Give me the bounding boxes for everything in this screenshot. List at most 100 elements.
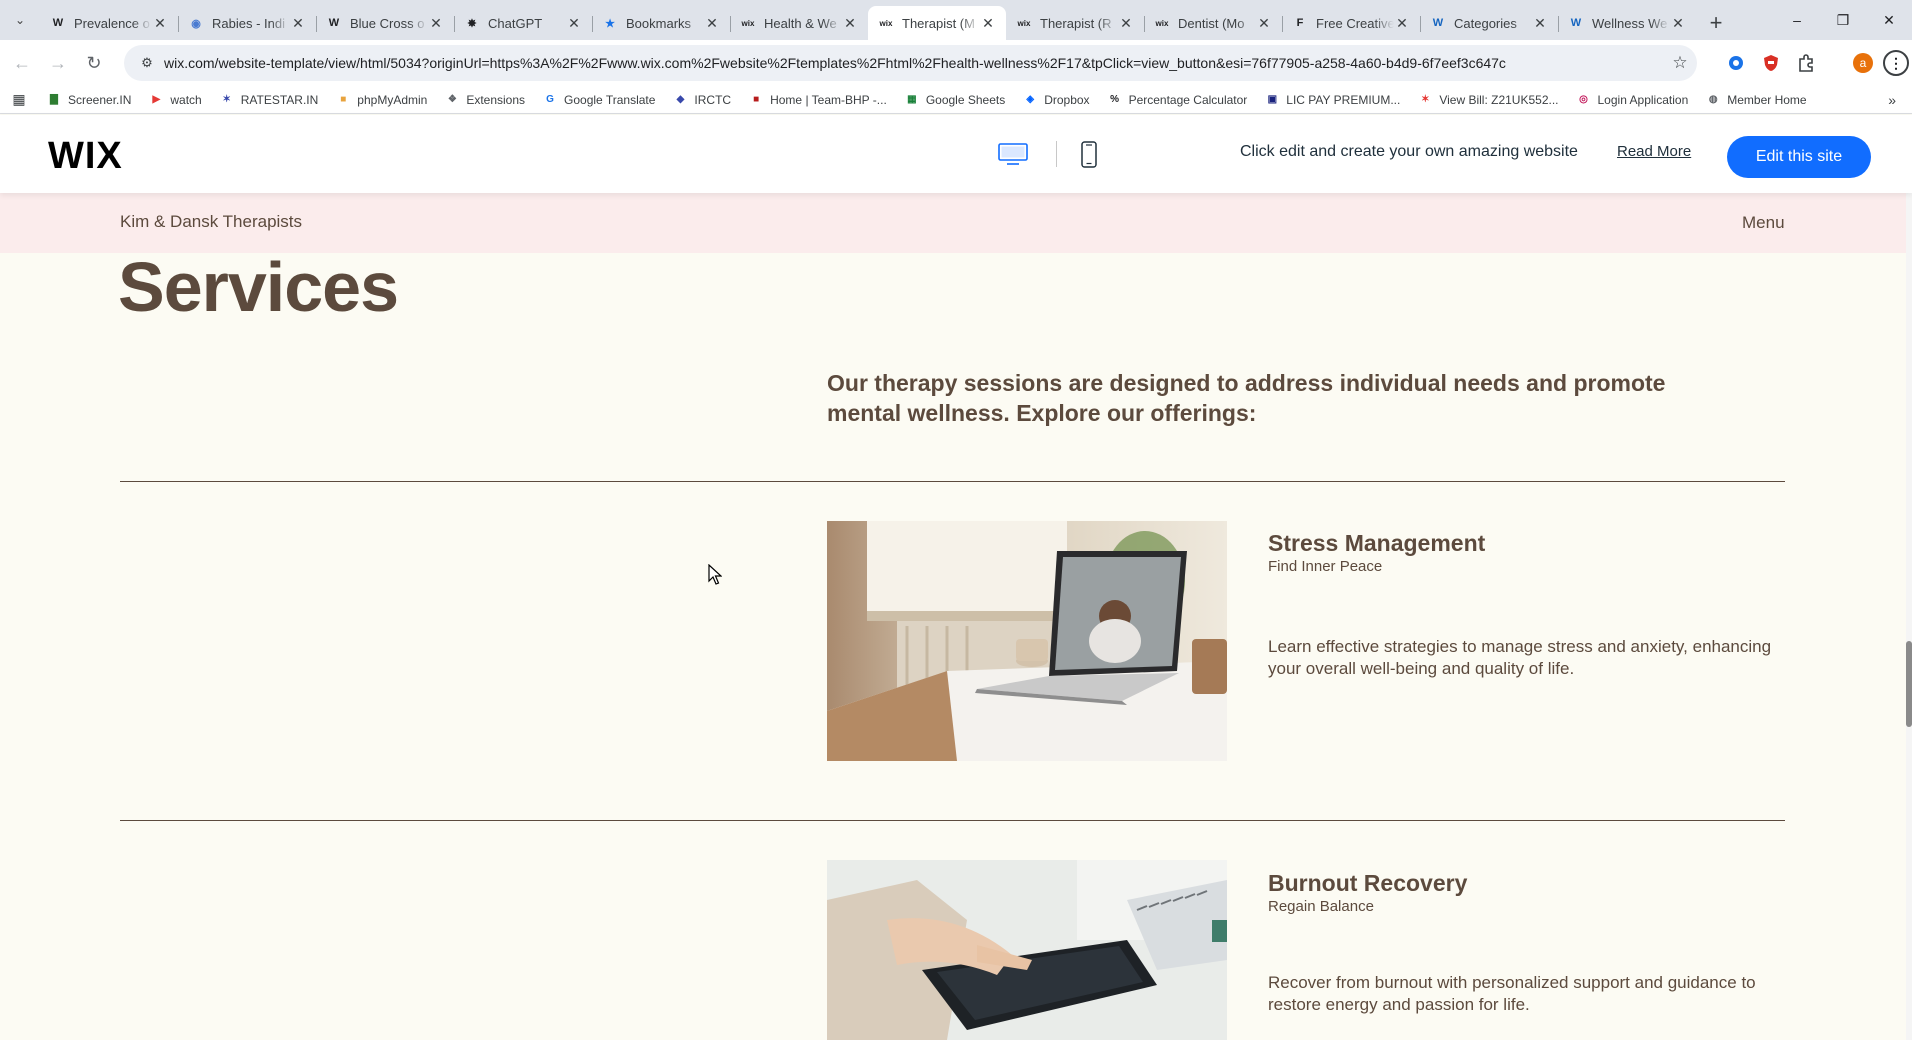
bookmark-label: Google Sheets bbox=[925, 92, 1006, 107]
restore-icon[interactable]: ❐ bbox=[1820, 0, 1866, 40]
browser-tab[interactable]: ★ Bookmarks ✕ bbox=[592, 6, 730, 40]
browser-tab[interactable]: wix Therapist (R ✕ bbox=[1006, 6, 1144, 40]
bookmark-item[interactable]: % Percentage Calculator bbox=[1099, 88, 1257, 112]
browser-tab[interactable]: wix Therapist (M ✕ bbox=[868, 6, 1006, 40]
dropbox-icon: ◈ bbox=[1026, 94, 1035, 105]
tab-close-icon[interactable]: ✕ bbox=[842, 15, 858, 32]
tab-favicon-icon: ◉ bbox=[191, 17, 201, 30]
bookmark-item[interactable]: ▣ LIC PAY PREMIUM... bbox=[1256, 88, 1409, 112]
window-controls: – ❐ ✕ bbox=[1774, 0, 1912, 40]
profile-avatar[interactable]: a bbox=[1848, 48, 1878, 78]
close-window-icon[interactable]: ✕ bbox=[1866, 0, 1912, 40]
section-divider bbox=[120, 820, 1785, 821]
php-icon: ■ bbox=[340, 94, 347, 105]
new-tab-plus-icon[interactable]: + bbox=[1700, 6, 1732, 40]
forward-arrow-icon[interactable]: → bbox=[40, 45, 76, 81]
tab-close-icon[interactable]: ✕ bbox=[1670, 15, 1686, 32]
percent-icon: % bbox=[1110, 94, 1120, 105]
bookmark-item[interactable]: ◆ IRCTC bbox=[664, 88, 740, 112]
tab-close-icon[interactable]: ✕ bbox=[428, 15, 444, 32]
bookmark-item[interactable]: ◈ Dropbox bbox=[1014, 88, 1098, 112]
bookmark-item[interactable]: ■ phpMyAdmin bbox=[327, 88, 436, 112]
browser-tab[interactable]: wix Health & We ✕ bbox=[730, 6, 868, 40]
bookmark-item[interactable]: ▶ watch bbox=[140, 88, 210, 112]
read-more-link[interactable]: Read More bbox=[1617, 143, 1691, 160]
browser-tab[interactable]: F Free Creative ✕ bbox=[1282, 6, 1420, 40]
bookmark-item[interactable]: ◍ Member Home bbox=[1697, 88, 1815, 112]
bookmark-label: Home | Team-BHP -... bbox=[770, 92, 887, 107]
login-icon: ◎ bbox=[1579, 94, 1588, 105]
bookmarks-bar: ▦ ▇ Screener.IN ▶ watch ✶ RATESTAR.IN ■ phpMyAd… bbox=[0, 86, 1912, 114]
lic-icon: ▣ bbox=[1267, 94, 1278, 105]
bookmarks-overflow-icon[interactable]: » bbox=[1888, 92, 1896, 108]
youtube-icon: ▶ bbox=[152, 94, 161, 105]
browser-tab[interactable]: W Blue Cross o ✕ bbox=[316, 6, 454, 40]
tab-close-icon[interactable]: ✕ bbox=[152, 15, 168, 32]
browser-tab[interactable]: wix Dentist (Mo ✕ bbox=[1144, 6, 1282, 40]
site-header: Kim & Dansk Therapists Menu bbox=[0, 193, 1906, 253]
page-scrollbar[interactable] bbox=[1906, 193, 1912, 1040]
bill-icon: ✶ bbox=[1421, 94, 1430, 105]
browser-menu-icon[interactable]: ⋮ bbox=[1881, 48, 1911, 78]
tab-close-icon[interactable]: ✕ bbox=[1118, 15, 1134, 32]
reload-icon[interactable]: ↻ bbox=[76, 45, 112, 81]
bookmark-item[interactable]: ✶ RATESTAR.IN bbox=[211, 88, 328, 112]
browser-tab[interactable]: ◉ Rabies - Indi ✕ bbox=[178, 6, 316, 40]
mobile-view-icon[interactable] bbox=[1081, 141, 1097, 168]
minimize-icon[interactable]: – bbox=[1774, 0, 1820, 40]
tab-title: Rabies - Indi bbox=[212, 15, 285, 31]
extensions-puzzle-icon[interactable] bbox=[1791, 48, 1821, 78]
bookmark-item[interactable]: ❖ Extensions bbox=[436, 88, 534, 112]
site-info-icon[interactable]: ⚙ bbox=[130, 55, 164, 71]
bookmark-label: RATESTAR.IN bbox=[240, 92, 319, 107]
browser-tab[interactable]: W Categories ✕ bbox=[1420, 6, 1558, 40]
bookmark-item[interactable]: ◎ Login Application bbox=[1568, 88, 1698, 112]
tab-favicon-icon: W bbox=[328, 17, 340, 29]
tab-close-icon[interactable]: ✕ bbox=[980, 15, 996, 32]
desktop-view-icon[interactable] bbox=[998, 143, 1028, 165]
site-menu-button[interactable]: Menu bbox=[1742, 213, 1785, 233]
bookmark-item[interactable]: ■ Home | Team-BHP -... bbox=[740, 88, 896, 112]
bookmark-item[interactable]: ✶ View Bill: Z21UK552... bbox=[1409, 88, 1567, 112]
scrollbar-thumb[interactable] bbox=[1906, 641, 1912, 727]
browser-tab[interactable]: ✸ ChatGPT ✕ bbox=[454, 6, 592, 40]
extension-globe-icon[interactable] bbox=[1721, 48, 1751, 78]
bookmark-label: Login Application bbox=[1597, 92, 1689, 107]
wix-promo-text: Click edit and create your own amazing w… bbox=[1240, 143, 1578, 160]
bookmark-item[interactable]: ▦ Google Sheets bbox=[896, 88, 1014, 112]
tab-close-icon[interactable]: ✕ bbox=[566, 15, 582, 32]
translate-icon: G bbox=[546, 94, 554, 105]
bookmark-label: IRCTC bbox=[694, 92, 732, 107]
apps-grid-icon[interactable]: ▦ bbox=[0, 91, 38, 108]
tab-search-chevron-icon[interactable]: ⌄ bbox=[0, 0, 40, 40]
irctc-icon: ◆ bbox=[676, 94, 685, 105]
puzzle-icon: ❖ bbox=[447, 94, 457, 105]
section-divider bbox=[120, 481, 1785, 482]
bookmark-label: Percentage Calculator bbox=[1128, 92, 1248, 107]
bookmark-label: Member Home bbox=[1727, 92, 1807, 107]
address-bar[interactable]: ⚙ wix.com/website-template/view/html/503… bbox=[124, 45, 1697, 81]
bookmark-item[interactable]: ▇ Screener.IN bbox=[38, 88, 140, 112]
url-text[interactable]: wix.com/website-template/view/html/5034?… bbox=[164, 55, 1663, 71]
edit-this-site-button[interactable]: Edit this site bbox=[1727, 136, 1871, 178]
teambhp-icon: ■ bbox=[753, 94, 760, 105]
extension-shield-icon[interactable] bbox=[1756, 48, 1786, 78]
wix-logo[interactable]: WIX bbox=[48, 135, 123, 178]
browser-tab[interactable]: W Prevalence o ✕ bbox=[40, 6, 178, 40]
site-name-link[interactable]: Kim & Dansk Therapists bbox=[120, 212, 302, 232]
bookmark-label: Google Translate bbox=[564, 92, 656, 107]
tab-favicon-icon: W bbox=[1432, 17, 1444, 29]
tab-close-icon[interactable]: ✕ bbox=[1394, 15, 1410, 32]
back-arrow-icon[interactable]: ← bbox=[4, 45, 40, 81]
tab-close-icon[interactable]: ✕ bbox=[1256, 15, 1272, 32]
bookmark-item[interactable]: G Google Translate bbox=[534, 88, 664, 112]
browser-tab[interactable]: W Wellness We ✕ bbox=[1558, 6, 1696, 40]
bookmark-star-icon[interactable]: ☆ bbox=[1663, 53, 1697, 73]
bookmark-label: phpMyAdmin bbox=[357, 92, 428, 107]
tab-close-icon[interactable]: ✕ bbox=[1532, 15, 1548, 32]
tab-title: Therapist (M bbox=[902, 15, 975, 31]
tab-close-icon[interactable]: ✕ bbox=[704, 15, 720, 32]
bookmark-label: LIC PAY PREMIUM... bbox=[1286, 92, 1401, 107]
tab-favicon-icon: ✸ bbox=[467, 17, 477, 30]
tab-close-icon[interactable]: ✕ bbox=[290, 15, 306, 32]
